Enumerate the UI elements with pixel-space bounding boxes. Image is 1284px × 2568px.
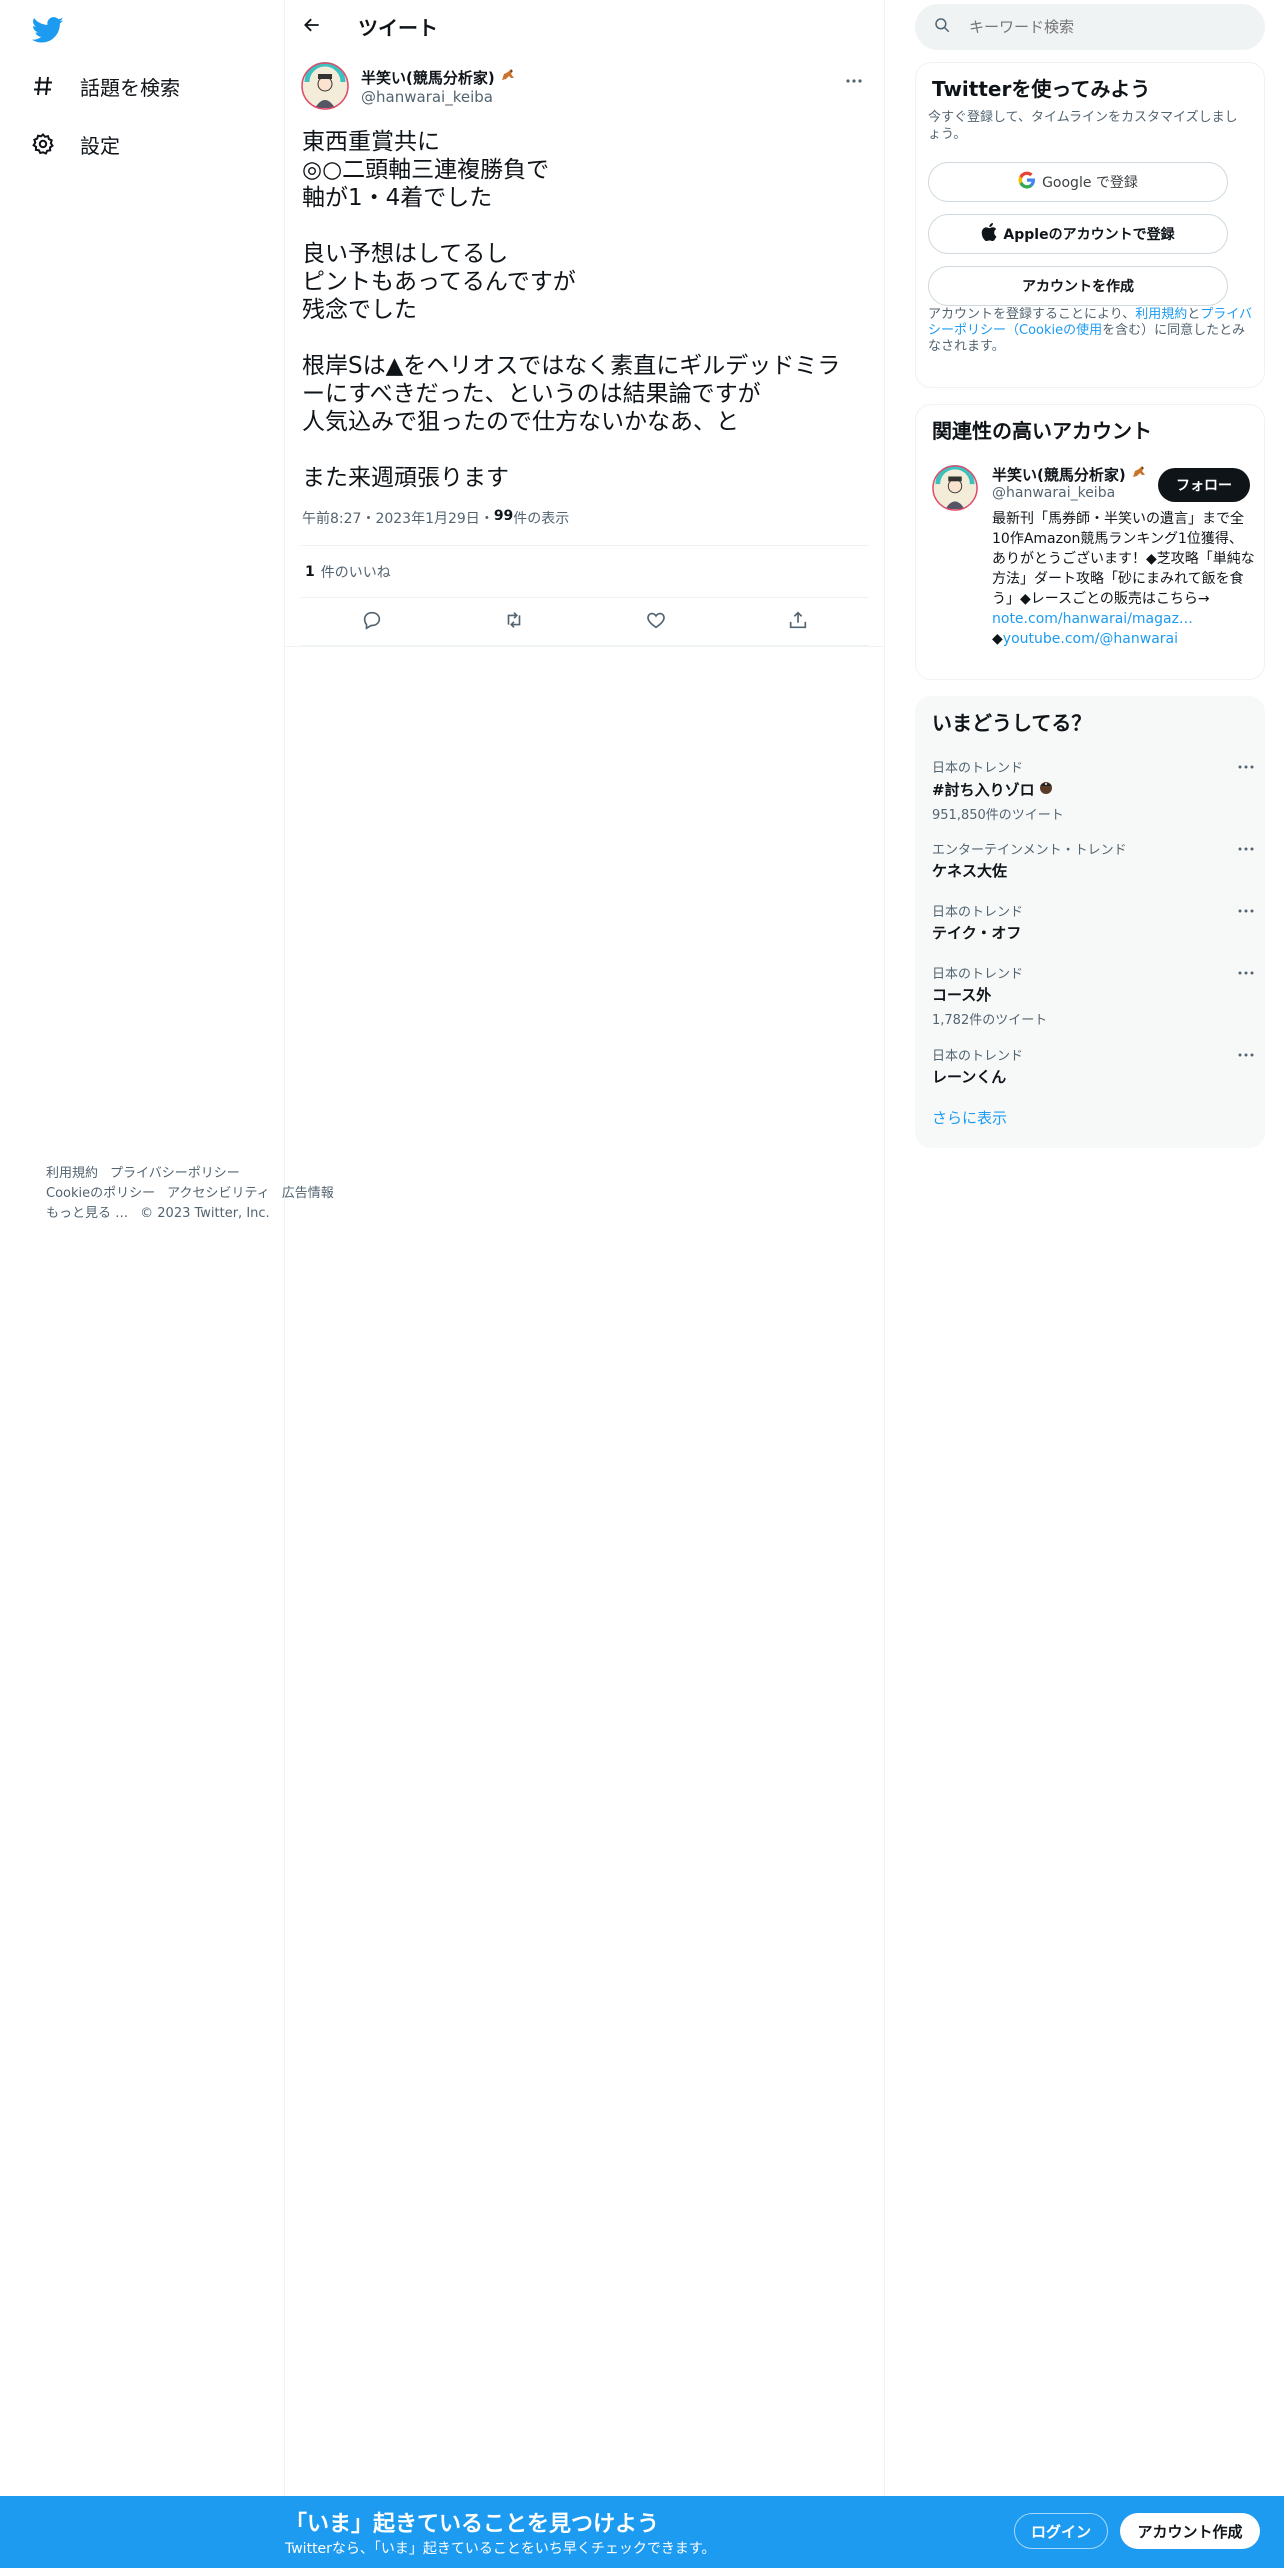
horse-emoji-icon (1130, 463, 1148, 485)
apple-signup-button[interactable]: Appleのアカウントで登録 (928, 214, 1228, 254)
trends-title: いまどうしてる？ (932, 711, 1092, 735)
bottom-bar-subtitle: Twitterなら、「いま」起きていることをいち早くチェックできます。 (285, 2541, 716, 2557)
trends-card: いまどうしてる？ 日本のトレンド #討ち入りゾロ 951,850件のツイート エ… (915, 696, 1265, 1148)
tweet-date[interactable]: 2023年1月29日 (375, 508, 479, 528)
back-button[interactable] (295, 10, 329, 44)
footer-link[interactable]: 利用規約 (46, 1166, 98, 1181)
footer-link[interactable]: アクセシビリティ (167, 1186, 270, 1201)
bio-link-note[interactable]: note.com/hanwarai/magaz… (992, 611, 1193, 627)
tweet-text: 東西重賞共に ◎○二頭軸三連複勝負で 軸が1・4着でした 良い予想はしてるし ピ… (302, 128, 872, 492)
retweet-button[interactable] (496, 604, 532, 640)
like-button[interactable] (638, 604, 674, 640)
create-account-button[interactable]: アカウントを作成 (928, 266, 1228, 306)
apple-icon (981, 223, 997, 245)
bio-link-youtube[interactable]: youtube.com/@hanwarai (1003, 631, 1178, 647)
author-handle[interactable]: @hanwarai_keiba (361, 88, 493, 106)
trend-item[interactable]: 日本のトレンド #討ち入りゾロ 951,850件のツイート (932, 757, 1254, 823)
views-count: 99 (493, 508, 514, 524)
google-signup-button[interactable]: Google で登録 (928, 162, 1228, 202)
gear-icon (30, 131, 56, 157)
bottom-signup-bar: 「いま」起きていることを見つけよう Twitterなら、「いま」起きていることを… (0, 2496, 1284, 2568)
legal-text: アカウントを登録することにより、利用規約とプライバシーポリシー（Cookieの使… (928, 307, 1253, 354)
signup-button[interactable]: アカウント作成 (1120, 2513, 1260, 2549)
more-dots-icon[interactable] (1234, 839, 1258, 859)
page-title: ツイート (358, 16, 438, 40)
signup-title: Twitterを使ってみよう (932, 77, 1151, 101)
related-title: 関連性の高いアカウント (932, 419, 1152, 443)
more-dots-icon[interactable] (1234, 901, 1258, 921)
trend-item[interactable]: 日本のトレンド テイク・オフ (932, 901, 1254, 943)
trend-item[interactable]: エンターテインメント・トレンド ケネス大佐 (932, 839, 1254, 881)
bottom-bar-title: 「いま」起きていることを見つけよう (285, 2512, 660, 2537)
share-icon (787, 609, 809, 635)
footer-links: 利用規約 プライバシーポリシー Cookieのポリシー アクセシビリティ 広告情報 も… (46, 1164, 376, 1224)
show-more-link[interactable]: さらに表示 (932, 1107, 1007, 1128)
horse-emoji-icon (499, 66, 517, 88)
main-column: ツイート 半笑い(競馬分析家) @hanwarai_keiba 東西重賞共に ◎… (285, 0, 885, 2568)
trend-item[interactable]: 日本のトレンド コース外 1,782件のツイート (932, 963, 1254, 1028)
tweet-author: 半笑い(競馬分析家) @hanwarai_keiba (301, 62, 869, 118)
related-account-handle[interactable]: @hanwarai_keiba (992, 485, 1115, 501)
footer-link[interactable]: もっと見る … (46, 1206, 128, 1221)
left-nav: 話題を検索 設定 (0, 0, 285, 2568)
terms-link[interactable]: 利用規約 (1135, 307, 1187, 322)
nav-item-label: 設定 (80, 133, 120, 158)
login-button[interactable]: ログイン (1014, 2513, 1108, 2549)
hashtag-icon (30, 73, 56, 99)
heart-icon (645, 609, 667, 635)
signup-card: Twitterを使ってみよう 今すぐ登録して、タイムラインをカスタマイズしましょ… (915, 62, 1265, 388)
copyright: © 2023 Twitter, Inc. (140, 1206, 270, 1221)
views-label: 件の表示 (513, 511, 570, 527)
nav-item-settings[interactable]: 設定 (30, 124, 120, 164)
avatar[interactable] (932, 465, 978, 511)
footer-link[interactable]: プライバシーポリシー (110, 1166, 240, 1181)
google-icon (1018, 171, 1036, 193)
pirate-emoji-icon (1037, 778, 1055, 800)
likes-count: 1 (305, 563, 315, 580)
footer-link[interactable]: Cookieのポリシー (46, 1186, 155, 1201)
more-button[interactable] (839, 66, 869, 90)
related-account-name[interactable]: 半笑い(競馬分析家) (992, 463, 1148, 485)
tweet-paragraph: 東西重賞共に ◎○二頭軸三連複勝負で 軸が1・4着でした (302, 129, 550, 211)
twitter-bird-icon[interactable] (31, 14, 64, 46)
footer-link[interactable]: 広告情報 (282, 1186, 334, 1201)
search-box[interactable] (915, 4, 1265, 50)
related-account-bio: 最新刊「馬券師・半笑いの遺言」まで全10作Amazon競馬ランキング1位獲得、あ… (992, 511, 1255, 647)
likes-row[interactable]: 1 件のいいね (301, 545, 869, 598)
trend-item[interactable]: 日本のトレンド レーンくん (932, 1045, 1254, 1087)
tweet-meta: 午前8:27 ・ 2023年1月29日 ・ 99 件の表示 (302, 508, 570, 528)
search-input[interactable] (969, 18, 1229, 36)
more-dots-icon[interactable] (1234, 963, 1258, 983)
tweet-paragraph: また来週頑張ります (302, 465, 509, 491)
more-dots-icon[interactable] (1234, 757, 1258, 777)
header-bar: ツイート (285, 0, 885, 54)
more-dots-icon[interactable] (1234, 1045, 1258, 1065)
avatar[interactable] (301, 62, 349, 110)
tweet-paragraph: 根岸Sは▲をヘリオスではなく素直にギルデッドミラ ーにすべきだった、というのは結… (302, 353, 841, 435)
author-name[interactable]: 半笑い(競馬分析家) (361, 66, 517, 88)
tweet-actions (301, 598, 869, 646)
follow-button[interactable]: フォロー (1158, 468, 1250, 502)
related-accounts-card: 関連性の高いアカウント 半笑い(競馬分析家) @hanwarai_keiba フ… (915, 404, 1265, 680)
divider (285, 646, 885, 647)
retweet-icon (503, 609, 525, 635)
reply-button[interactable] (354, 604, 390, 640)
nav-item-label: 話題を検索 (80, 75, 180, 100)
tweet-paragraph: 良い予想はしてるし ピントもあってるんですが 残念でした (302, 241, 576, 323)
likes-label: 件のいいね (320, 564, 391, 581)
reply-icon (361, 609, 383, 635)
share-button[interactable] (780, 604, 816, 640)
signup-subtitle: 今すぐ登録して、タイムラインをカスタマイズしましょう。 (928, 110, 1238, 142)
more-dots-icon (845, 69, 863, 88)
nav-item-explore[interactable]: 話題を検索 (30, 66, 180, 106)
tweet-time[interactable]: 午前8:27 (302, 508, 361, 528)
search-icon (933, 16, 951, 38)
arrow-left-icon (302, 15, 322, 39)
